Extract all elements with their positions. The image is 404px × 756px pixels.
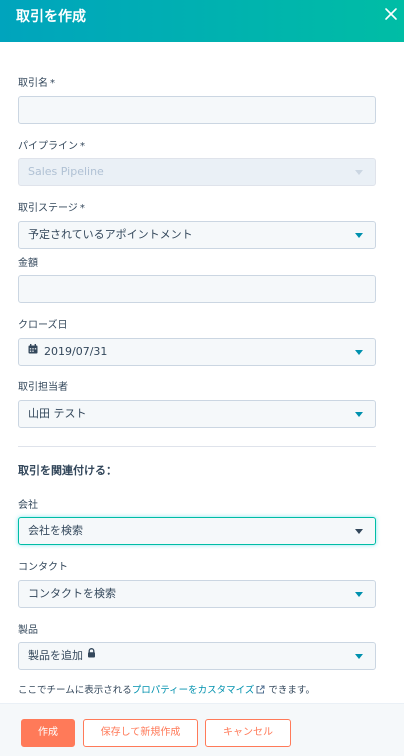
contact-search-value: コンタクトを検索 — [28, 587, 116, 600]
pipeline-label: パイプライン * — [18, 140, 85, 154]
product-label: 製品 — [18, 625, 38, 636]
associate-section-title: 取引を関連付ける： — [18, 464, 117, 477]
product-add-select[interactable]: 製品を追加 — [18, 642, 376, 670]
company-search-value: 会社を検索 — [28, 524, 83, 537]
deal-owner-label: 取引担当者 — [18, 382, 68, 393]
company-search-select[interactable]: 会社を検索 — [18, 517, 376, 545]
panel-footer: 作成 保存して新規作成 キャンセル — [0, 703, 404, 756]
footnote-suffix: できます。 — [265, 685, 315, 696]
close-date-label: クローズ日 — [18, 320, 68, 331]
deal-owner-select[interactable]: 山田 テスト — [18, 400, 376, 428]
create-button[interactable]: 作成 — [21, 719, 75, 747]
close-date-value: 2019/07/31 — [44, 345, 108, 358]
save-and-new-button[interactable]: 保存して新規作成 — [83, 719, 198, 747]
caret-down-icon — [355, 592, 363, 597]
pipeline-select: Sales Pipeline — [18, 158, 376, 186]
close-date-picker[interactable]: 2019/07/31 — [18, 338, 376, 366]
deal-stage-select-value: 予定されているアポイントメント — [28, 228, 193, 241]
product-add-value: 製品を追加 — [28, 649, 83, 662]
footnote-prefix: ここでチームに表示される — [18, 685, 132, 696]
deal-stage-label-text: 取引ステージ — [18, 203, 78, 214]
section-divider — [18, 446, 376, 447]
close-icon[interactable] — [382, 5, 400, 23]
deal-name-input[interactable] — [18, 96, 376, 124]
calendar-icon — [28, 338, 38, 364]
cancel-button[interactable]: キャンセル — [205, 719, 291, 747]
panel-header: 取引を作成 — [0, 0, 404, 42]
caret-down-icon — [355, 233, 363, 238]
contact-search-select[interactable]: コンタクトを検索 — [18, 580, 376, 608]
pipeline-label-text: パイプライン — [18, 141, 78, 152]
lock-icon — [87, 642, 96, 668]
required-mark: * — [50, 78, 55, 89]
required-mark: * — [79, 203, 85, 214]
amount-input[interactable] — [18, 275, 376, 303]
required-mark: * — [80, 141, 85, 152]
pipeline-select-value: Sales Pipeline — [28, 165, 104, 178]
customize-footnote: ここでチームに表示されるプロパティーをカスタマイズ できます。 — [18, 684, 315, 698]
caret-down-icon — [355, 170, 363, 175]
external-link-icon — [254, 685, 265, 696]
deal-owner-select-value: 山田 テスト — [28, 407, 87, 420]
caret-down-icon — [355, 412, 363, 417]
company-label: 会社 — [18, 500, 38, 511]
deal-stage-select[interactable]: 予定されているアポイントメント — [18, 221, 376, 249]
caret-down-icon — [355, 529, 363, 534]
panel-title: 取引を作成 — [16, 9, 86, 25]
customize-properties-link[interactable]: プロパティーをカスタマイズ — [132, 685, 255, 696]
deal-name-label: 取引名 * — [18, 77, 55, 91]
contact-label: コンタクト — [18, 562, 68, 573]
caret-down-icon — [355, 654, 363, 659]
amount-label: 金額 — [18, 258, 38, 269]
caret-down-icon — [355, 350, 363, 355]
deal-name-label-text: 取引名 — [18, 78, 48, 89]
deal-stage-label: 取引ステージ * — [18, 202, 85, 216]
